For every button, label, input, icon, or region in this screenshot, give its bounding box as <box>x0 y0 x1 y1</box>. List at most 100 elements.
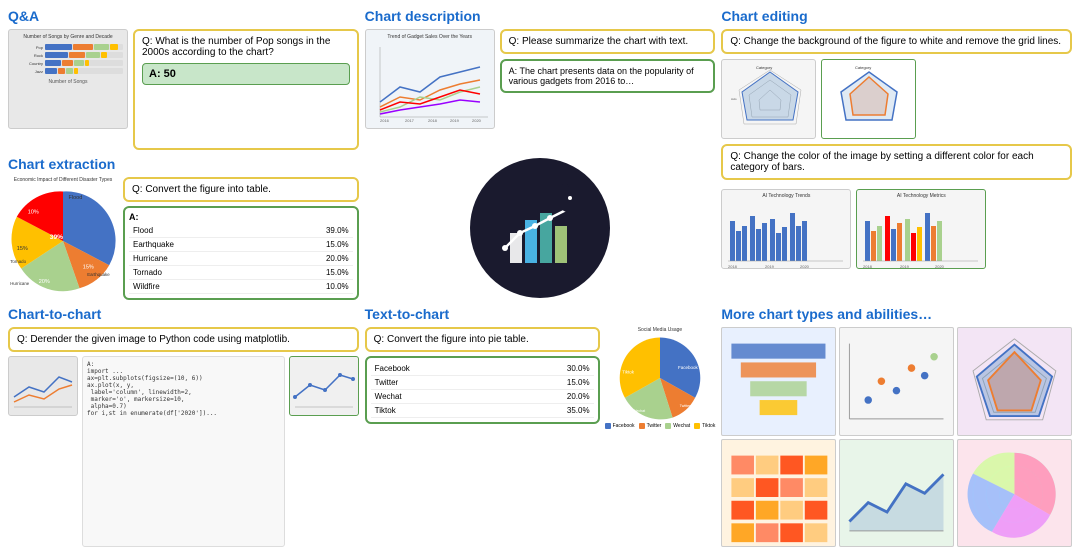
thumb-heatmap <box>721 439 836 547</box>
text-to-chart-section: Text-to-chart Q: Convert the figure into… <box>365 306 716 547</box>
more-charts-grid <box>721 327 1072 547</box>
svg-text:39%: 39% <box>50 234 63 241</box>
text-to-chart-title: Text-to-chart <box>365 306 716 322</box>
color-bar-before: AI Technology Trends <box>721 189 851 269</box>
qa-title: Q&A <box>8 8 359 24</box>
qa-content: Number of Songs by Genre and Decade Pop … <box>8 29 359 150</box>
svg-text:2019: 2019 <box>900 264 910 269</box>
qa-chart-title: Number of Songs by Genre and Decade <box>13 34 123 40</box>
extract-chart-title: Economic Impact of Different Disaster Ty… <box>14 177 112 183</box>
svg-text:2019: 2019 <box>765 264 775 269</box>
text-to-chart-content: Q: Convert the figure into pie table. Fa… <box>365 327 716 547</box>
qa-bar-container: Pop Rock <box>13 42 123 76</box>
qa-question: Q: What is the number of Pop songs in th… <box>142 36 350 58</box>
qa-answer: A: 50 <box>142 63 350 85</box>
chart-edit-section: Chart editing Q: Change the background o… <box>721 8 1072 300</box>
chart-desc-chart: Trend of Gadget Sales Over the Years 201… <box>365 29 495 129</box>
svg-text:2018: 2018 <box>428 118 438 123</box>
chart-to-chart-qa: Q: Derender the given image to Python co… <box>8 327 359 547</box>
extract-answer: A: Flood39.0%Earthquake15.0%Hurricane20.… <box>123 206 359 300</box>
c2c-output-chart <box>289 356 359 416</box>
extract-chart-container: Economic Impact of Different Disaster Ty… <box>8 177 118 300</box>
qa-section: Q&A Number of Songs by Genre and Decade … <box>8 8 359 150</box>
table-row: Flood39.0% <box>129 224 353 238</box>
chart-to-chart-answer-row: A: import ... ax=plt.subplots(figsize=(1… <box>8 356 359 547</box>
qa-chart: Number of Songs by Genre and Decade Pop … <box>8 29 128 129</box>
c2c-src-svg <box>9 357 77 415</box>
svg-text:Hurricane: Hurricane <box>10 281 30 286</box>
svg-text:15%: 15% <box>17 246 28 252</box>
chart-edit-bars: AI Technology Trends <box>721 189 1072 269</box>
t2c-left: Q: Convert the figure into pie table. Fa… <box>365 327 600 547</box>
svg-text:10%: 10% <box>28 210 39 216</box>
thumb-polar <box>957 439 1072 547</box>
legend-facebook: Facebook <box>605 423 635 429</box>
svg-text:2019: 2019 <box>450 118 460 123</box>
svg-text:20%: 20% <box>39 279 50 285</box>
thumb-area <box>839 439 954 547</box>
t2c-table: Facebook30.0%Twitter15.0%Wechat20.0%Tikt… <box>365 356 600 424</box>
bar-before-svg: 2018 2019 2020 <box>725 201 847 269</box>
chart-to-chart-question: Q: Derender the given image to Python co… <box>8 327 359 352</box>
chart-desc-chart-title: Trend of Gadget Sales Over the Years <box>370 34 490 40</box>
thumb-scatter <box>839 327 954 435</box>
svg-text:2020: 2020 <box>800 264 810 269</box>
t2c-question: Q: Convert the figure into pie table. <box>365 327 600 352</box>
table-row: Hurricane20.0% <box>129 252 353 266</box>
chart-edit-q1: Q: Change the background of the figure t… <box>721 29 1072 54</box>
svg-text:Tornado: Tornado <box>10 259 26 264</box>
svg-text:Twitter: Twitter <box>680 404 691 408</box>
qa-bar-pop: Pop <box>13 44 123 50</box>
svg-text:Facebook: Facebook <box>678 365 699 370</box>
c2c-code-block: A: import ... ax=plt.subplots(figsize=(1… <box>82 356 285 547</box>
c2c-source-chart <box>8 356 78 416</box>
chart-to-chart-title: Chart-to-chart <box>8 306 359 322</box>
more-charts-section: More chart types and abilities… <box>721 306 1072 547</box>
svg-text:2016: 2016 <box>380 118 390 123</box>
legend-wechat: Wechat <box>665 423 690 429</box>
qa-chart-xlabel: Number of Songs <box>13 79 123 85</box>
main-grid: Q&A Number of Songs by Genre and Decade … <box>0 0 1080 555</box>
qa-bar-rock: Rock <box>13 52 123 58</box>
chart-extract-content: Economic Impact of Different Disaster Ty… <box>8 177 359 300</box>
more-charts-title: More chart types and abilities… <box>721 306 1072 322</box>
svg-text:15%: 15% <box>83 265 94 271</box>
t2c-table-el: Facebook30.0%Twitter15.0%Wechat20.0%Tikt… <box>371 362 594 418</box>
table-row: Earthquake15.0% <box>129 238 353 252</box>
qa-bar-country: Country <box>13 60 123 66</box>
legend-tiktok: Tiktok <box>694 423 715 429</box>
svg-text:Category: Category <box>855 65 871 70</box>
qa-text-box: Q: What is the number of Pop songs in th… <box>133 29 359 150</box>
svg-text:2018: 2018 <box>728 264 738 269</box>
extract-pie-svg: 39% 15% 20% 15% 10% Flood Earthquake Hur… <box>8 186 118 296</box>
bar-before-title: AI Technology Trends <box>725 193 847 199</box>
svg-text:2020: 2020 <box>935 264 945 269</box>
extract-answer-label: A: <box>129 212 353 222</box>
radar-before: Category Axis <box>721 59 816 139</box>
table-row: Tornado15.0% <box>129 266 353 280</box>
extract-qa: Q: Convert the figure into table. A: Flo… <box>123 177 359 300</box>
chart-desc-section: Chart description Trend of Gadget Sales … <box>365 8 716 150</box>
extract-question: Q: Convert the figure into table. <box>123 177 359 202</box>
thumb-funnel <box>721 327 836 435</box>
color-bar-after: AI Technology Metrics <box>856 189 986 269</box>
legend-twitter: Twitter <box>639 423 662 429</box>
table-row: Twitter15.0% <box>371 376 594 390</box>
t2c-legend: Facebook Twitter Wechat Tiktok <box>605 423 716 429</box>
svg-text:2020: 2020 <box>472 118 482 123</box>
chart-edit-inner: Q: Change the background of the figure t… <box>721 29 1072 300</box>
chart-desc-question: Q: Please summarize the chart with text. <box>500 29 716 54</box>
svg-text:Flood: Flood <box>69 195 83 201</box>
chart-extract-section: Chart extraction Economic Impact of Diff… <box>8 156 359 300</box>
center-logo <box>365 156 716 300</box>
radar-after: Category <box>821 59 916 139</box>
svg-text:2017: 2017 <box>405 118 415 123</box>
svg-text:2018: 2018 <box>863 264 873 269</box>
svg-text:Earthquake: Earthquake <box>87 272 110 277</box>
svg-text:Tiktok: Tiktok <box>622 370 635 375</box>
qa-bar-jazz: Jazz <box>13 68 123 74</box>
table-row: Wechat20.0% <box>371 390 594 404</box>
chart-edit-title: Chart editing <box>721 8 1072 24</box>
thumb-radar <box>957 327 1072 435</box>
t2c-pie-svg: Facebook Twitter Wechat Tiktok <box>615 333 705 423</box>
